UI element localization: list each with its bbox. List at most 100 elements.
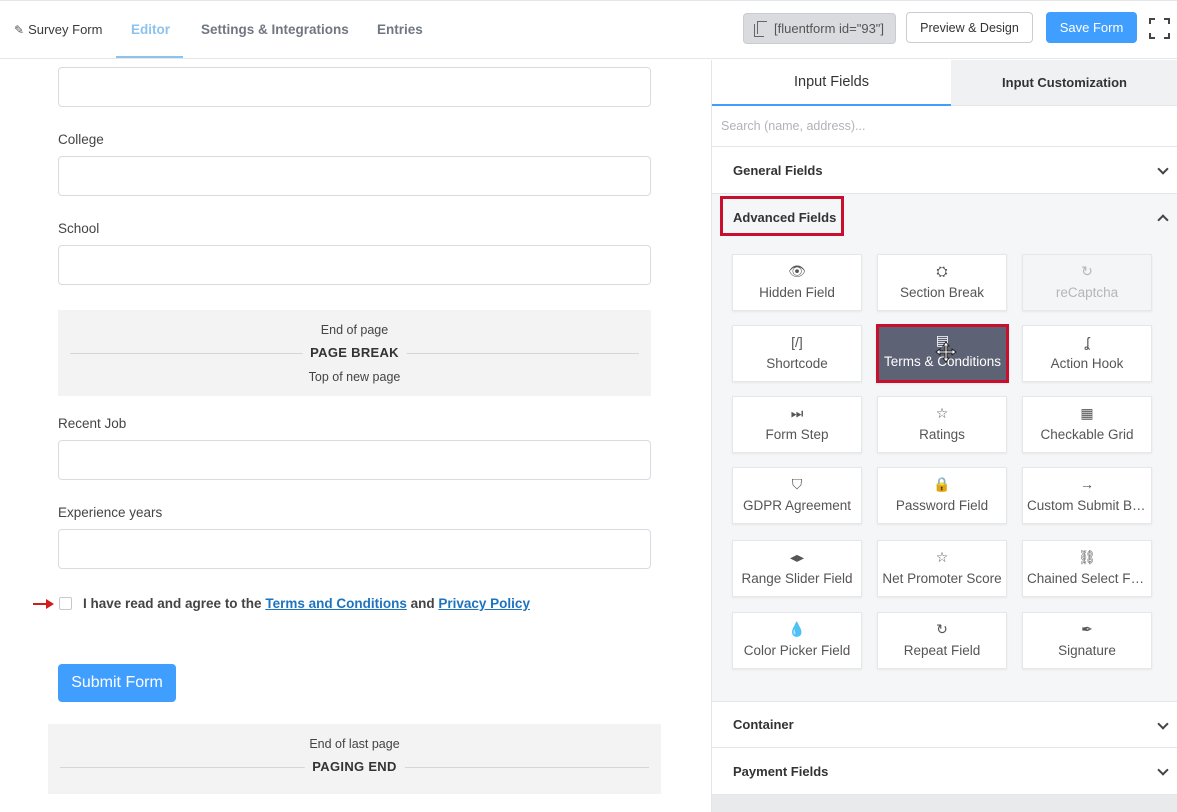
page-break-top-text: Top of new page bbox=[308, 370, 401, 384]
field-tile-label: Hidden Field bbox=[759, 285, 835, 300]
chevron-down-icon bbox=[1157, 163, 1169, 175]
field-tile-gdpr-agreement[interactable]: ⛉ GDPR Agreement bbox=[732, 467, 862, 524]
field-label-experience-years: Experience years bbox=[58, 505, 163, 520]
field-tile-custom-submit-button[interactable]: → Custom Submit Button bbox=[1022, 467, 1152, 524]
arrow-right-icon: → bbox=[1080, 476, 1094, 492]
field-tile-label: Signature bbox=[1058, 643, 1116, 658]
field-tile-label: Section Break bbox=[899, 285, 985, 300]
field-tile-color-picker-field[interactable]: 💧 Color Picker Field bbox=[732, 612, 862, 669]
fullscreen-icon[interactable] bbox=[1149, 18, 1170, 39]
terms-prefix: I have read and agree to the bbox=[83, 596, 262, 611]
field-tile-ratings[interactable]: ☆ Ratings bbox=[877, 396, 1007, 453]
field-tile-checkable-grid[interactable]: ▦ Checkable Grid bbox=[1022, 396, 1152, 453]
red-arrow-icon bbox=[33, 598, 55, 610]
save-form-button[interactable]: Save Form bbox=[1046, 12, 1137, 43]
paging-end-block[interactable]: End of last page PAGING END bbox=[48, 724, 661, 794]
field-tile-label: GDPR Agreement bbox=[742, 498, 852, 513]
section-title: Container bbox=[733, 717, 794, 732]
privacy-link[interactable]: Privacy Policy bbox=[438, 596, 530, 611]
field-search-input[interactable]: Search (name, address)... bbox=[712, 106, 1177, 147]
field-tile-recaptcha: ↻ reCaptcha bbox=[1022, 254, 1152, 311]
section-title: Advanced Fields bbox=[733, 210, 837, 225]
submit-form-button[interactable]: Submit Form bbox=[58, 664, 176, 702]
copy-icon bbox=[754, 21, 767, 37]
chevron-up-icon bbox=[1157, 214, 1169, 226]
fields-sidebar: Input Fields Input Customization Search … bbox=[711, 60, 1177, 812]
terms-checkbox-row: I have read and agree to the Terms and C… bbox=[33, 596, 530, 611]
field-tile-label: Action Hook bbox=[1050, 356, 1124, 371]
field-label-school: School bbox=[58, 221, 100, 236]
tab-entries[interactable]: Entries bbox=[377, 22, 423, 37]
active-tab-indicator bbox=[116, 56, 183, 58]
field-tile-password-field[interactable]: 🔒 Password Field bbox=[877, 467, 1007, 524]
field-tile-signature[interactable]: ✒ Signature bbox=[1022, 612, 1152, 669]
field-tile-label: Chained Select Field bbox=[1027, 571, 1147, 586]
page-break-title: PAGE BREAK bbox=[302, 345, 407, 360]
text-input[interactable] bbox=[58, 67, 651, 107]
tab-editor[interactable]: Editor bbox=[131, 22, 170, 37]
grid-check-icon: ▦ bbox=[1080, 405, 1094, 421]
field-tile-label: Ratings bbox=[919, 427, 965, 442]
star-icon: ☆ bbox=[935, 549, 949, 565]
terms-checkbox[interactable] bbox=[59, 597, 72, 610]
field-tile-net-promoter-score[interactable]: ☆ Net Promoter Score bbox=[877, 540, 1007, 597]
form-title[interactable]: ✎ Survey Form bbox=[14, 22, 102, 37]
page-break-end-text: End of page bbox=[320, 323, 389, 337]
shield-check-icon: ⛉ bbox=[791, 476, 803, 492]
pen-icon: ✒ bbox=[1081, 621, 1093, 637]
field-tile-label: reCaptcha bbox=[1055, 285, 1119, 300]
sidebar-footer bbox=[712, 795, 1177, 812]
pencil-icon: ✎ bbox=[14, 22, 25, 37]
field-tile-label: Checkable Grid bbox=[1040, 427, 1134, 442]
field-tile-label: Custom Submit Button bbox=[1027, 498, 1147, 513]
top-bar: ✎ Survey Form Editor Settings & Integrat… bbox=[0, 0, 1177, 59]
form-editor-canvas: College School End of page PAGE BREAK To… bbox=[0, 60, 711, 812]
field-tile-chained-select-field[interactable]: ⛓ Chained Select Field bbox=[1022, 540, 1152, 597]
link-icon: ⛓ bbox=[1078, 549, 1096, 565]
field-tile-action-hook[interactable]: ʆ Action Hook bbox=[1022, 325, 1152, 382]
star-icon: ☆ bbox=[935, 405, 949, 421]
field-label-college: College bbox=[58, 132, 104, 147]
paging-end-title: PAGING END bbox=[304, 759, 405, 774]
section-advanced-fields[interactable]: Advanced Fields bbox=[712, 194, 1177, 241]
section-title: Payment Fields bbox=[733, 763, 829, 779]
field-tile-label: Repeat Field bbox=[903, 643, 981, 658]
lock-icon: 🔒 bbox=[933, 476, 951, 492]
range-arrows-icon: ◂▸ bbox=[789, 549, 805, 565]
field-tile-form-step[interactable]: ⏭ Form Step bbox=[732, 396, 862, 453]
college-input[interactable] bbox=[58, 156, 651, 196]
tab-input-customization[interactable]: Input Customization bbox=[951, 60, 1177, 106]
shortcode-copy-button[interactable]: [fluentform id="93"] bbox=[743, 13, 896, 44]
eye-slash-icon: 👁 bbox=[788, 263, 806, 279]
field-tile-repeat-field[interactable]: ↻ Repeat Field bbox=[877, 612, 1007, 669]
field-tile-shortcode[interactable]: [/] Shortcode bbox=[732, 325, 862, 382]
field-tile-label: Net Promoter Score bbox=[882, 571, 1002, 586]
shortcode-icon: [/] bbox=[791, 334, 803, 350]
section-title: General Fields bbox=[733, 162, 823, 178]
field-tile-label: Color Picker Field bbox=[743, 643, 851, 658]
page-break-block[interactable]: End of page PAGE BREAK Top of new page bbox=[58, 310, 651, 396]
recent-job-input[interactable] bbox=[58, 440, 651, 480]
terms-text: I have read and agree to the Terms and C… bbox=[83, 596, 530, 611]
field-tile-terms-conditions[interactable]: ▤ Terms & Conditions bbox=[876, 324, 1009, 383]
field-tile-label: Password Field bbox=[895, 498, 989, 513]
field-tile-hidden-field[interactable]: 👁 Hidden Field bbox=[732, 254, 862, 311]
droplet-icon: 💧 bbox=[788, 621, 806, 637]
field-tile-section-break[interactable]: ⛭ Section Break bbox=[877, 254, 1007, 311]
hook-icon: ʆ bbox=[1084, 334, 1090, 350]
recaptcha-icon: ↻ bbox=[1081, 263, 1093, 279]
tab-settings-integrations[interactable]: Settings & Integrations bbox=[201, 22, 349, 37]
field-tile-range-slider-field[interactable]: ◂▸ Range Slider Field bbox=[732, 540, 862, 597]
field-label-recent-job: Recent Job bbox=[58, 416, 127, 431]
section-general-fields[interactable]: General Fields bbox=[712, 147, 1177, 194]
section-payment-fields[interactable]: Payment Fields bbox=[712, 748, 1177, 795]
school-input[interactable] bbox=[58, 245, 651, 285]
tab-input-fields[interactable]: Input Fields bbox=[712, 60, 951, 106]
section-container[interactable]: Container bbox=[712, 701, 1177, 748]
preview-design-button[interactable]: Preview & Design bbox=[906, 12, 1033, 43]
field-tile-label: Shortcode bbox=[766, 356, 828, 371]
paging-end-text: End of last page bbox=[309, 737, 400, 751]
experience-years-input[interactable] bbox=[58, 529, 651, 569]
puzzle-icon: ⛭ bbox=[936, 263, 948, 279]
terms-link[interactable]: Terms and Conditions bbox=[265, 596, 407, 611]
